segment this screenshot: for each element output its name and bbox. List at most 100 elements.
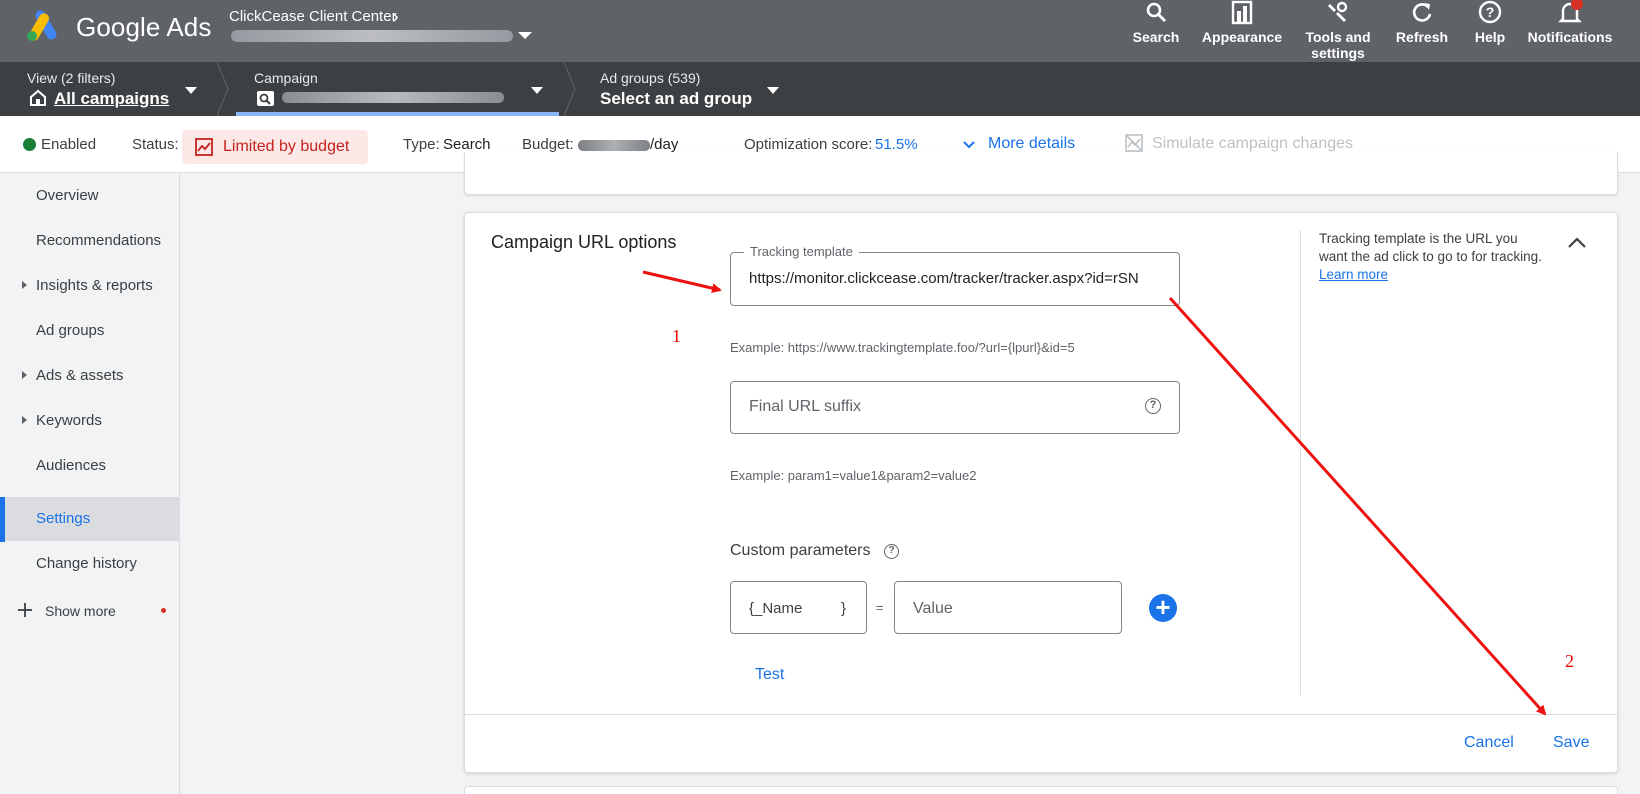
help-column-divider bbox=[1300, 230, 1301, 695]
refresh-icon bbox=[1412, 3, 1432, 22]
annotation-step-2: 2 bbox=[1565, 651, 1574, 671]
show-more-label: Show more bbox=[45, 603, 116, 619]
sidebar-item-label: Ad groups bbox=[36, 322, 105, 339]
help-icon: ? bbox=[1478, 0, 1502, 24]
google-ads-logo[interactable] bbox=[26, 10, 62, 42]
brand-name: Google Ads bbox=[76, 12, 212, 42]
sidebar-item-label: Keywords bbox=[36, 412, 102, 429]
chevron-down-icon[interactable] bbox=[962, 140, 976, 150]
refresh-button[interactable]: Refresh bbox=[1390, 0, 1454, 62]
notifications-button-label: Notifications bbox=[1527, 29, 1613, 45]
limited-by-budget-badge[interactable]: Limited by budget bbox=[182, 130, 368, 164]
show-more-button[interactable]: Show more bbox=[0, 588, 180, 632]
optimization-score-label: Optimization score: bbox=[744, 136, 873, 153]
help-description: Tracking template is the URL you want th… bbox=[1319, 231, 1542, 264]
top-bar: Google Ads ClickCease Client Center › Se… bbox=[0, 0, 1640, 62]
scope-bar bbox=[0, 62, 1640, 116]
chevron-right-icon[interactable]: › bbox=[392, 6, 399, 29]
sidebar-item-audiences[interactable]: Audiences bbox=[0, 444, 180, 488]
appearance-icon bbox=[1231, 0, 1253, 25]
next-settings-card bbox=[464, 786, 1618, 794]
plus-icon: + bbox=[1155, 592, 1171, 622]
sidebar-active-indicator bbox=[0, 497, 5, 542]
account-name-redacted[interactable] bbox=[231, 30, 513, 42]
expand-triangle-icon[interactable] bbox=[22, 416, 27, 424]
bell-icon bbox=[1558, 0, 1583, 23]
campaign-scope-label[interactable]: Campaign bbox=[254, 70, 318, 86]
svg-text:?: ? bbox=[1486, 4, 1495, 20]
sidebar-item-label: Change history bbox=[36, 555, 137, 572]
type-label: Type: bbox=[403, 136, 440, 153]
expand-triangle-icon[interactable] bbox=[22, 371, 27, 379]
view-filter-label[interactable]: View (2 filters) bbox=[27, 70, 115, 86]
client-center-link[interactable]: ClickCease Client Center bbox=[229, 8, 397, 25]
test-button[interactable]: Test bbox=[755, 666, 784, 684]
more-details-button[interactable]: More details bbox=[988, 135, 1075, 153]
new-indicator-dot bbox=[161, 608, 166, 613]
sidebar-item-settings[interactable]: Settings bbox=[0, 497, 180, 541]
status-label: Status: bbox=[132, 136, 179, 153]
budget-amount-redacted[interactable] bbox=[578, 140, 650, 151]
help-button[interactable]: ? Help bbox=[1470, 0, 1510, 62]
sidebar-item-label: Overview bbox=[36, 187, 99, 204]
expand-triangle-icon[interactable] bbox=[22, 281, 27, 289]
sidebar-item-label: Insights & reports bbox=[36, 277, 153, 294]
ad-group-selector[interactable]: Select an ad group bbox=[600, 89, 752, 109]
budget-label: Budget: bbox=[522, 136, 574, 153]
home-icon bbox=[30, 89, 46, 106]
campaign-dropdown-icon[interactable] bbox=[531, 87, 543, 94]
custom-param-name-suffix: } bbox=[841, 600, 847, 617]
appearance-button-label: Appearance bbox=[1201, 29, 1283, 45]
tracking-template-input[interactable]: https://monitor.clickcease.com/tracker/t… bbox=[749, 270, 1163, 287]
card-title: Campaign URL options bbox=[491, 232, 677, 252]
search-button[interactable]: Search bbox=[1128, 0, 1184, 62]
enabled-status[interactable]: Enabled bbox=[41, 136, 96, 153]
custom-parameters-label: Custom parameters bbox=[730, 542, 871, 559]
custom-param-value-input[interactable]: Value bbox=[913, 600, 953, 618]
limited-by-budget-text: Limited by budget bbox=[223, 138, 350, 155]
ad-group-dropdown-icon[interactable] bbox=[767, 87, 779, 94]
sidebar-item-overview[interactable]: Overview bbox=[0, 174, 180, 218]
view-dropdown-icon[interactable] bbox=[185, 87, 197, 94]
simulate-campaign-changes-button[interactable]: Simulate campaign changes bbox=[1152, 135, 1353, 153]
sidebar-item-keywords[interactable]: Keywords bbox=[0, 399, 180, 443]
sidebar-item-insights-reports[interactable]: Insights & reports bbox=[0, 264, 180, 308]
tools-settings-button[interactable]: Tools and settings bbox=[1300, 0, 1376, 62]
help-button-label: Help bbox=[1474, 29, 1506, 45]
sidebar-item-label: Audiences bbox=[36, 457, 107, 474]
save-button[interactable]: Save bbox=[1553, 734, 1589, 752]
plus-icon bbox=[18, 603, 32, 617]
enabled-status-dot[interactable] bbox=[23, 138, 36, 151]
tracking-template-help: Tracking template is the URL you want th… bbox=[1319, 230, 1547, 284]
all-campaigns-link[interactable]: All campaigns bbox=[54, 89, 169, 109]
ad-groups-scope-label[interactable]: Ad groups (539) bbox=[600, 70, 700, 86]
sidebar-item-recommendations[interactable]: Recommendations bbox=[0, 219, 180, 263]
tools-label-line1: Tools and bbox=[1305, 29, 1371, 45]
tools-label-line2: settings bbox=[1311, 45, 1365, 61]
card-footer-divider bbox=[464, 714, 1618, 715]
refresh-button-label: Refresh bbox=[1395, 29, 1449, 45]
account-dropdown-icon[interactable] bbox=[518, 32, 532, 39]
question-mark-icon[interactable]: ? bbox=[884, 544, 899, 559]
notifications-button[interactable]: Notifications bbox=[1526, 0, 1614, 62]
custom-param-name-prefix[interactable]: {_Name bbox=[749, 600, 802, 617]
campaign-name-redacted[interactable] bbox=[282, 92, 504, 103]
appearance-button[interactable]: Appearance bbox=[1200, 0, 1284, 62]
cancel-button[interactable]: Cancel bbox=[1464, 734, 1514, 752]
question-mark-icon[interactable]: ? bbox=[1145, 398, 1161, 414]
final-url-suffix-input[interactable]: Final URL suffix bbox=[749, 398, 861, 416]
sidebar-item-label: Settings bbox=[36, 510, 91, 527]
budget-per-day[interactable]: /day bbox=[650, 136, 678, 153]
optimization-score-value[interactable]: 51.5% bbox=[875, 136, 918, 153]
collapse-chevron-up-icon[interactable] bbox=[1566, 232, 1588, 254]
scope-separator bbox=[563, 62, 576, 116]
previous-settings-card bbox=[464, 152, 1618, 195]
sidebar-item-ads-assets[interactable]: Ads & assets bbox=[0, 354, 180, 398]
sidebar-item-ad-groups[interactable]: Ad groups bbox=[0, 309, 180, 353]
scope-separator bbox=[216, 62, 229, 116]
annotation-step-1: 1 bbox=[672, 326, 681, 346]
sidebar-item-change-history[interactable]: Change history bbox=[0, 542, 180, 586]
add-parameter-button[interactable]: + bbox=[1149, 594, 1177, 622]
learn-more-link[interactable]: Learn more bbox=[1319, 267, 1388, 282]
simulate-icon bbox=[1125, 134, 1143, 152]
